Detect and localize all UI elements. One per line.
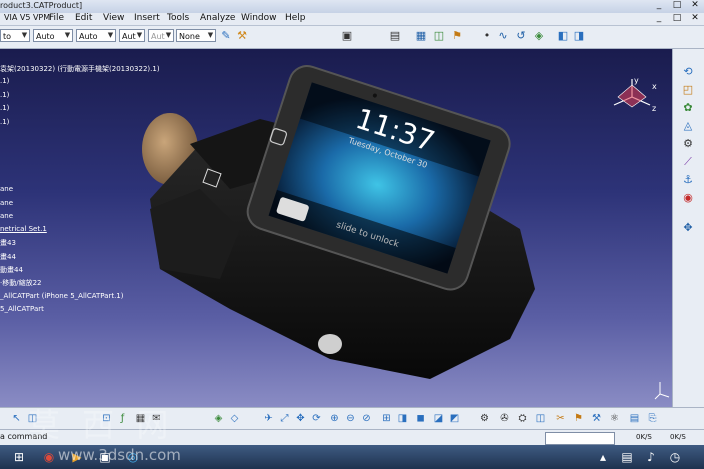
track-icon[interactable]: ⚑	[572, 412, 585, 425]
assembly-icon[interactable]: ✿	[680, 101, 696, 115]
inertia-icon[interactable]: ◨	[572, 29, 586, 43]
speed-indicator: 0K/S	[636, 433, 652, 441]
menu-bar: VIA V5 VPM File Edit View Insert Tools A…	[0, 13, 704, 26]
bill-of-material-icon[interactable]: ▤	[628, 412, 641, 425]
fly-icon[interactable]: ✈	[262, 412, 275, 425]
doc-restore-button[interactable]: □	[668, 13, 686, 24]
scene-icon[interactable]: ⚒	[590, 412, 603, 425]
doc-minimize-button[interactable]: _	[650, 13, 668, 24]
chevron-down-icon: ▼	[107, 31, 114, 39]
manipulate-icon[interactable]: ✥	[680, 221, 696, 235]
measure-icon[interactable]: ◧	[556, 29, 570, 43]
watermark: 莫 西 网	[28, 406, 175, 444]
menu-view[interactable]: View	[103, 13, 124, 23]
tray-icon[interactable]: ▴	[590, 448, 616, 466]
clock-icon[interactable]: ◷	[662, 448, 688, 466]
offset-icon[interactable]: ⚙	[680, 137, 696, 151]
clash-icon[interactable]: ⛭	[516, 412, 529, 425]
window-title: roduct3.CATProduct]	[0, 1, 83, 10]
compass-plane	[617, 84, 647, 108]
chevron-down-icon: ▼	[207, 31, 214, 39]
title-bar: roduct3.CATProduct] _ □ ✕	[0, 0, 704, 14]
menu-tools[interactable]: Tools	[167, 13, 189, 23]
doc-close-button[interactable]: ✕	[686, 13, 704, 24]
format-painter-icon[interactable]: ⚒	[235, 29, 249, 43]
surface-icon[interactable]: ◈	[532, 29, 546, 43]
chevron-down-icon: ▼	[64, 31, 71, 39]
sensor-icon[interactable]: ⚑	[450, 29, 464, 43]
connect-curve-icon[interactable]: ↺	[514, 29, 528, 43]
network-icon[interactable]: ▤	[614, 448, 640, 466]
point-icon[interactable]: •	[480, 29, 494, 43]
snapshot-icon[interactable]: ▣	[340, 29, 354, 43]
cut-plane-icon[interactable]: ◫	[432, 29, 446, 43]
volume-icon[interactable]: ♪	[638, 448, 664, 466]
zoom-out-icon[interactable]: ⊖	[344, 412, 357, 425]
linetype-select[interactable]: Auto ▼	[76, 29, 116, 42]
snap-icon[interactable]: ⟲	[680, 65, 696, 79]
right-toolbar: ⟲ ◰ ✿ ◬ ⚙ ⟋ ⚓ ◉ ✥	[672, 49, 704, 407]
maximize-button[interactable]: □	[668, 0, 686, 11]
iso-view-icon[interactable]: ◨	[396, 412, 409, 425]
layer-select[interactable]: to ▼	[0, 29, 30, 42]
rotate-icon[interactable]: ⟳	[310, 412, 323, 425]
table-icon[interactable]: ▦	[414, 29, 428, 43]
start-button[interactable]: ⊞	[6, 448, 32, 466]
product-icon[interactable]: ◈	[212, 412, 225, 425]
rendering-style-select[interactable]: None ▼	[176, 29, 216, 42]
menu-window[interactable]: Window	[241, 13, 277, 23]
menu-analyze[interactable]: Analyze	[200, 13, 235, 23]
axis-z-label: z	[652, 104, 656, 113]
3d-viewport[interactable]: 袁架(20130322) (行動電源手機架(20130322).1) .1) .…	[0, 49, 672, 407]
normal-view-icon[interactable]: ⊘	[360, 412, 373, 425]
fit-icon[interactable]: ⤢	[278, 412, 291, 425]
minimize-button[interactable]: _	[650, 0, 668, 11]
release-button	[318, 334, 342, 354]
menu-help[interactable]: Help	[285, 13, 306, 23]
explode-icon[interactable]: ⚛	[608, 412, 621, 425]
view-axis-icon	[654, 382, 670, 400]
select-arrow-icon[interactable]: ↖	[10, 412, 23, 425]
settings-icon[interactable]: ⚙	[478, 412, 491, 425]
axis-x-label: x	[652, 82, 657, 91]
chevron-down-icon: ▼	[165, 31, 172, 39]
thickness-select[interactable]: Aut ▼	[119, 29, 145, 42]
watermark-url: www.3dsdn.com	[58, 446, 181, 464]
speed-indicator: 0K/S	[670, 433, 686, 441]
fix-icon[interactable]: ⚓	[680, 173, 696, 187]
cube-icon[interactable]: ◰	[680, 83, 696, 97]
update-icon[interactable]: ◉	[680, 191, 696, 205]
swap-space-icon[interactable]: ◩	[448, 412, 461, 425]
pan-icon[interactable]: ✥	[294, 412, 307, 425]
app-logo-label: VIA V5 VPM	[4, 13, 51, 22]
hide-show-icon[interactable]: ◪	[432, 412, 445, 425]
simulation-icon[interactable]: ✂	[554, 412, 567, 425]
angle-icon[interactable]: ⟋	[680, 155, 696, 169]
point-style-select[interactable]: Aut ▼	[148, 29, 174, 42]
tools-icon[interactable]: ✇	[498, 412, 511, 425]
catalog-icon[interactable]: ▤	[388, 29, 402, 43]
command-input[interactable]	[545, 432, 615, 445]
axis-y-label: y	[634, 76, 639, 85]
menu-insert[interactable]: Insert	[134, 13, 160, 23]
component-icon[interactable]: ◇	[228, 412, 241, 425]
menu-file[interactable]: File	[49, 13, 64, 23]
shading-icon[interactable]: ◼	[414, 412, 427, 425]
chevron-down-icon: ▼	[136, 31, 143, 39]
paint-brush-icon[interactable]: ✎	[219, 29, 233, 43]
menu-edit[interactable]: Edit	[75, 13, 92, 23]
graphic-properties-toolbar: to ▼ Auto ▼ Auto ▼ Aut ▼ Aut ▼ None ▼ ✎ ⚒ ▣ ▤ …	[0, 26, 704, 49]
chevron-down-icon: ▼	[21, 31, 28, 39]
spline-icon[interactable]: ∿	[496, 29, 510, 43]
multi-view-icon[interactable]: ⊞	[380, 412, 393, 425]
section-icon[interactable]: ◫	[534, 412, 547, 425]
constraint-icon[interactable]: ◬	[680, 119, 696, 133]
color-select[interactable]: Auto ▼	[33, 29, 73, 42]
close-button[interactable]: ✕	[686, 0, 704, 11]
model-render[interactable]: 11:37 Tuesday, October 30 slide to unloc…	[0, 49, 672, 407]
compass-widget[interactable]: y x z	[613, 76, 657, 113]
zoom-in-icon[interactable]: ⊕	[328, 412, 341, 425]
publish-icon[interactable]: ⎘	[646, 412, 659, 425]
